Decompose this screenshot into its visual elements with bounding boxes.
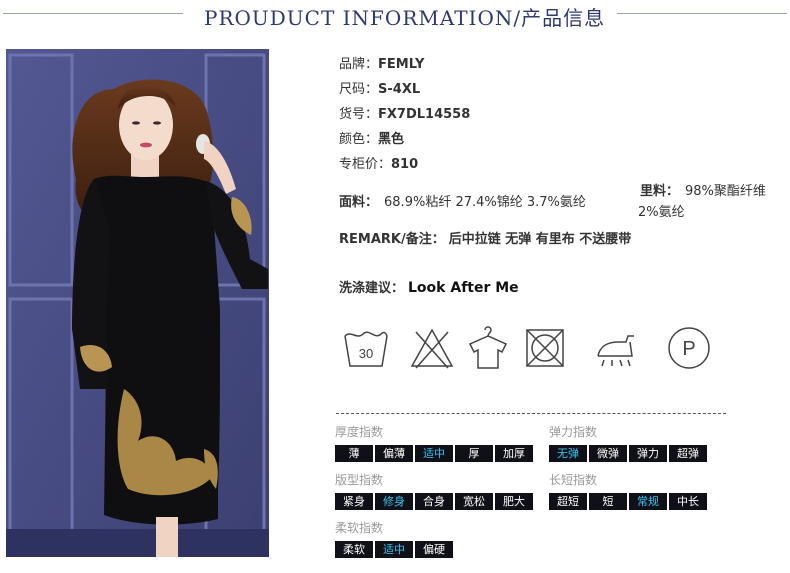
elasticity-option-slight: 微弹 (589, 445, 627, 462)
price-value: 810 (391, 157, 419, 172)
fit-option-regular: 合身 (415, 493, 453, 510)
brand-label: 品牌： (339, 57, 379, 72)
color-row: 颜色：黑色 (339, 128, 404, 147)
wash-value: Look After Me (408, 280, 519, 296)
lining-value-1: 98%聚酯纤维 (685, 184, 766, 199)
length-scale: 超短 短 常规 中长 (549, 493, 707, 510)
no-tumble-dry-icon (521, 324, 569, 372)
page-title: PROUDUCT INFORMATION/产品信息 (204, 6, 606, 30)
softness-option-stiff: 偏硬 (415, 541, 453, 558)
wash-label: 洗涤建议： (339, 281, 405, 296)
lining-value-2: 2%氨纶 (638, 205, 685, 220)
remark-row: REMARK/备注： 后中拉链 无弹 有里布 不送腰带 (339, 228, 631, 247)
elasticity-label: 弹力指数 (549, 425, 598, 439)
brand-row: 品牌：FEMLY (339, 53, 424, 72)
length-label: 长短指数 (549, 473, 598, 487)
remark-label: REMARK/备注： (339, 232, 445, 247)
color-label: 颜色： (339, 132, 379, 147)
size-label: 尺码： (339, 82, 379, 97)
header-line-left (3, 13, 183, 14)
elasticity-option-stretch: 弹力 (629, 445, 667, 462)
indices-divider (336, 413, 726, 414)
lining-row: 里料： 98%聚酯纤维 (640, 180, 766, 199)
wash-30-icon: 30 (342, 324, 390, 372)
color-value: 黑色 (378, 132, 405, 147)
dry-clean-p-icon: P (665, 324, 713, 372)
elasticity-scale: 无弹 微弹 弹力 超弹 (549, 445, 707, 462)
brand-value: FEMLY (378, 57, 425, 72)
wash-row: 洗涤建议： Look After Me (339, 277, 519, 296)
header-line-right (617, 13, 787, 14)
fit-scale: 紧身 修身 合身 宽松 肥大 (335, 493, 533, 510)
fit-option-tight: 紧身 (335, 493, 373, 510)
thickness-option-thin: 薄 (335, 445, 373, 462)
no-bleach-icon (408, 324, 456, 372)
dry-clean-letter: P (682, 338, 695, 360)
sku-row: 货号：FX7DL14558 (339, 103, 470, 122)
fit-label: 版型指数 (335, 473, 384, 487)
thickness-option-extra-thick: 加厚 (495, 445, 533, 462)
thickness-option-thick: 厚 (455, 445, 493, 462)
hang-dry-icon (464, 324, 512, 372)
lining-label: 里料： (640, 184, 680, 199)
length-option-regular: 常规 (629, 493, 667, 510)
elasticity-option-none: 无弹 (549, 445, 587, 462)
fit-option-oversized: 肥大 (495, 493, 533, 510)
softness-scale: 柔软 适中 偏硬 (335, 541, 453, 558)
iron-steam-icon (592, 324, 640, 372)
size-value: S-4XL (378, 82, 421, 97)
fabric-label: 面料： (339, 195, 379, 210)
thickness-option-medium: 适中 (415, 445, 453, 462)
softness-option-soft: 柔软 (335, 541, 373, 558)
thickness-label: 厚度指数 (335, 425, 384, 439)
price-row: 专柜价：810 (339, 153, 418, 172)
lining-row-2: 2%氨纶 (638, 201, 685, 220)
size-row: 尺码：S-4XL (339, 78, 420, 97)
elasticity-option-super: 超弹 (669, 445, 707, 462)
length-option-short: 短 (589, 493, 627, 510)
softness-option-medium: 适中 (375, 541, 413, 558)
price-label: 专柜价： (339, 157, 392, 172)
fabric-row: 面料： 68.9%粘纤 27.4%锦纶 3.7%氨纶 (339, 191, 586, 210)
thickness-scale: 薄 偏薄 适中 厚 加厚 (335, 445, 533, 462)
softness-label: 柔软指数 (335, 521, 384, 535)
product-photo (6, 49, 269, 557)
fit-option-loose: 宽松 (455, 493, 493, 510)
length-option-midi: 中长 (669, 493, 707, 510)
fabric-value: 68.9%粘纤 27.4%锦纶 3.7%氨纶 (384, 195, 586, 210)
sku-value: FX7DL14558 (378, 107, 471, 122)
sku-label: 货号： (339, 107, 379, 122)
fit-option-slim: 修身 (375, 493, 413, 510)
wash-temp-text: 30 (359, 346, 373, 361)
length-option-extra-short: 超短 (549, 493, 587, 510)
thickness-option-slightly-thin: 偏薄 (375, 445, 413, 462)
remark-value: 后中拉链 无弹 有里布 不送腰带 (448, 232, 632, 247)
